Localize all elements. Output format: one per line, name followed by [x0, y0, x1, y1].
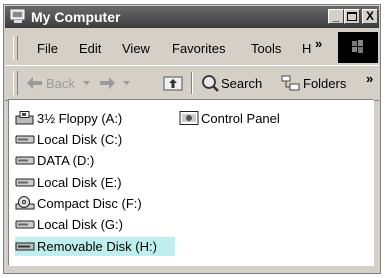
- cd-drive-icon: [15, 196, 35, 210]
- menu-bar: File Edit View Favorites Tools H »: [5, 30, 379, 64]
- floppy-icon: [15, 111, 34, 125]
- menu-tools[interactable]: Tools: [251, 41, 281, 56]
- control-panel-label: Control Panel: [201, 111, 280, 126]
- hard-disk-icon: [15, 178, 35, 187]
- drive-item-local-e[interactable]: Local Disk (E:): [15, 173, 130, 192]
- drive-label: Local Disk (G:): [37, 217, 123, 232]
- back-label: Back: [46, 76, 75, 91]
- status-bar: [8, 266, 376, 271]
- search-icon: [202, 75, 219, 92]
- menu-grip[interactable]: [13, 36, 18, 60]
- hard-disk-icon: [15, 135, 35, 144]
- control-panel-icon: [179, 111, 199, 125]
- menu-view[interactable]: View: [122, 41, 150, 56]
- maximize-button[interactable]: [344, 9, 360, 24]
- hard-disk-icon: [15, 220, 35, 229]
- back-arrow-icon: [27, 77, 42, 89]
- menu-file[interactable]: File: [37, 41, 58, 56]
- drive-label: 3½ Floppy (A:): [37, 111, 123, 126]
- menu-favorites[interactable]: Favorites: [172, 41, 225, 56]
- minimize-button[interactable]: _: [328, 9, 344, 24]
- drive-item-floppy-a[interactable]: 3½ Floppy (A:): [15, 109, 130, 128]
- my-computer-window: My Computer _ X File Edit View Favorites…: [3, 4, 381, 274]
- maximize-icon: [347, 12, 357, 21]
- back-dropdown-icon: [83, 81, 90, 85]
- forward-dropdown-icon: [123, 81, 130, 85]
- control-panel-item[interactable]: Control Panel: [179, 109, 299, 128]
- toolbar: Back Search Folders »: [5, 65, 379, 101]
- drive-item-local-c[interactable]: Local Disk (C:): [15, 130, 130, 149]
- drive-label: Compact Disc (F:): [37, 196, 142, 211]
- drive-item-data-d[interactable]: DATA (D:): [15, 151, 105, 170]
- toolbar-separator: [191, 72, 193, 94]
- my-computer-icon: [10, 9, 25, 23]
- menu-edit[interactable]: Edit: [79, 41, 101, 56]
- menu-overflow-button[interactable]: »: [315, 36, 322, 51]
- forward-button[interactable]: [95, 66, 145, 98]
- windows-logo-icon: [338, 32, 378, 63]
- drive-label: DATA (D:): [37, 153, 95, 168]
- drive-item-compact-disc-f[interactable]: Compact Disc (F:): [15, 194, 150, 213]
- window-title: My Computer: [31, 9, 121, 25]
- folders-button[interactable]: Folders: [279, 66, 355, 98]
- folders-icon: [281, 75, 300, 91]
- toolbar-grip[interactable]: [13, 71, 18, 95]
- drive-item-removable-h[interactable]: Removable Disk (H:): [15, 237, 175, 256]
- removable-disk-icon: [15, 242, 35, 251]
- close-button[interactable]: X: [362, 9, 378, 24]
- search-label: Search: [221, 76, 263, 91]
- back-button[interactable]: Back: [25, 66, 93, 98]
- folders-label: Folders: [303, 76, 347, 91]
- drive-item-local-g[interactable]: Local Disk (G:): [15, 215, 130, 234]
- up-folder-icon[interactable]: [163, 74, 183, 91]
- drive-label: Removable Disk (H:): [37, 239, 157, 254]
- hard-disk-icon: [15, 156, 35, 165]
- drive-label: Local Disk (E:): [37, 175, 122, 190]
- title-bar[interactable]: My Computer _ X: [5, 6, 379, 28]
- toolbar-overflow-button[interactable]: »: [366, 71, 373, 86]
- forward-arrow-icon: [100, 77, 115, 89]
- search-button[interactable]: Search: [197, 66, 271, 98]
- menu-help[interactable]: H: [302, 41, 311, 56]
- file-list-pane[interactable]: 3½ Floppy (A:) Control Panel Local Disk …: [8, 99, 374, 266]
- drive-label: Local Disk (C:): [37, 132, 123, 147]
